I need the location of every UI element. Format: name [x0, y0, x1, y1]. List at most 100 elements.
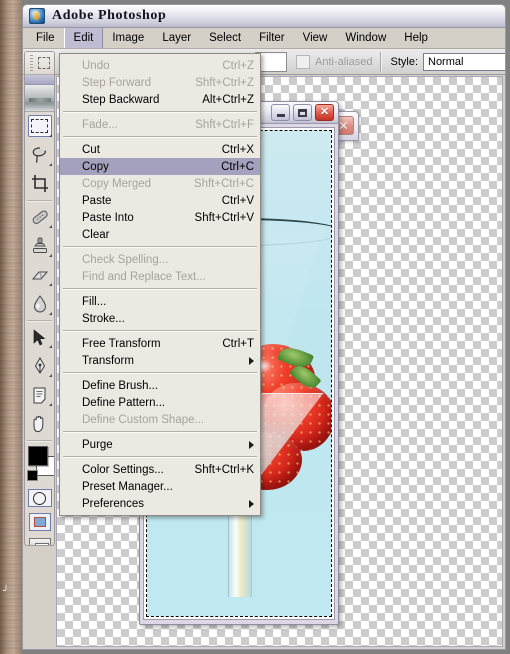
menu-item-transform[interactable]: Transform — [60, 352, 260, 369]
menu-item-step-backward[interactable]: Step Backward Alt+Ctrl+Z — [60, 91, 260, 108]
style-label: Style: — [390, 55, 418, 68]
toolbox-divider — [27, 440, 52, 442]
menu-view[interactable]: View — [294, 28, 337, 48]
tool-group-corner-icon — [49, 283, 52, 286]
menu-item-find-and-replace-text[interactable]: Find and Replace Text... — [60, 268, 260, 285]
menu-item-copy-merged[interactable]: Copy Merged Shft+Ctrl+C — [60, 175, 260, 192]
screen-mode-icon[interactable] — [28, 513, 51, 531]
menu-item-shortcut: Ctrl+Z — [222, 59, 254, 72]
menu-filter[interactable]: Filter — [250, 28, 294, 48]
tool-eraser[interactable] — [25, 261, 54, 290]
tool-crop[interactable] — [25, 170, 54, 199]
menu-select[interactable]: Select — [200, 28, 250, 48]
jump-to-imageready-button[interactable] — [25, 534, 54, 545]
desktop-background: ╯ — [0, 0, 22, 654]
style-select[interactable]: Normal ▼ — [423, 52, 505, 71]
menu-item-fill[interactable]: Fill... — [60, 293, 260, 310]
menu-item-define-custom-shape[interactable]: Define Custom Shape... — [60, 411, 260, 428]
quick-mask-toggle[interactable] — [25, 486, 54, 510]
menu-separator — [63, 136, 257, 138]
menu-item-shortcut: Shft+Ctrl+K — [194, 463, 254, 476]
color-swatches[interactable] — [25, 444, 54, 486]
close-icon[interactable] — [315, 104, 334, 121]
tool-healing-brush[interactable] — [25, 203, 54, 232]
minimize-icon[interactable] — [271, 104, 290, 121]
tool-group-corner-icon — [49, 403, 52, 406]
menu-item-shortcut: Shft+Ctrl+V — [194, 211, 254, 224]
tool-group-corner-icon — [49, 254, 52, 257]
menu-item-check-spelling[interactable]: Check Spelling... — [60, 251, 260, 268]
toolbox-palette — [24, 51, 55, 546]
menu-item-label: Step Forward — [82, 76, 152, 89]
menu-item-label: Paste Into — [82, 211, 134, 224]
menu-separator — [63, 431, 257, 433]
lasso-icon — [28, 144, 52, 166]
tool-hand[interactable] — [25, 410, 54, 439]
toolbox-divider — [27, 320, 52, 322]
menu-file[interactable]: File — [27, 28, 64, 48]
stamp-icon — [28, 235, 52, 257]
application-title: Adobe Photoshop — [52, 8, 167, 23]
menu-item-label: Color Settings... — [82, 463, 164, 476]
menu-item-label: Preferences — [82, 497, 145, 510]
menu-item-step-forward[interactable]: Step Forward Shft+Ctrl+Z — [60, 74, 260, 91]
menu-separator — [63, 246, 257, 248]
pen-nib-icon — [28, 355, 52, 377]
tool-rectangular-marquee[interactable] — [25, 112, 54, 141]
menu-item-free-transform[interactable]: Free Transform Ctrl+T — [60, 335, 260, 352]
menu-item-shortcut: Shft+Ctrl+F — [195, 118, 254, 131]
menu-item-define-pattern[interactable]: Define Pattern... — [60, 394, 260, 411]
menu-item-preferences[interactable]: Preferences — [60, 495, 260, 512]
default-colors-icon[interactable] — [27, 470, 38, 481]
menu-item-label: Define Pattern... — [82, 396, 166, 409]
tool-path-selection[interactable] — [25, 323, 54, 352]
menu-separator — [63, 330, 257, 332]
menu-item-label: Check Spelling... — [82, 253, 169, 266]
tool-clone-stamp[interactable] — [25, 232, 54, 261]
menu-item-copy[interactable]: Copy Ctrl+C — [60, 158, 260, 175]
menu-item-fade[interactable]: Fade... Shft+Ctrl+F — [60, 116, 260, 133]
menu-window[interactable]: Window — [336, 28, 395, 48]
toolbox-divider — [27, 200, 52, 202]
menu-item-undo[interactable]: Undo Ctrl+Z — [60, 57, 260, 74]
menu-edit[interactable]: Edit — [63, 28, 104, 48]
menu-help[interactable]: Help — [395, 28, 437, 48]
anti-aliased-checkbox[interactable]: Anti-aliased — [296, 54, 373, 69]
tool-group-corner-icon — [49, 345, 52, 348]
menu-separator — [63, 372, 257, 374]
marquee-icon — [27, 115, 52, 137]
toolbox-gripper[interactable] — [25, 52, 54, 75]
tool-blur[interactable] — [25, 290, 54, 319]
menu-bar: File Edit Image Layer Select Filter View… — [23, 28, 505, 49]
menu-item-paste-into[interactable]: Paste Into Shft+Ctrl+V — [60, 209, 260, 226]
menu-item-shortcut: Alt+Ctrl+Z — [202, 93, 254, 106]
tool-lasso[interactable] — [25, 141, 54, 170]
photoshop-logo-icon — [29, 8, 45, 24]
menu-layer[interactable]: Layer — [153, 28, 200, 48]
menu-separator — [63, 288, 257, 290]
jump-to-imageready-icon — [28, 538, 51, 545]
menu-item-label: Copy — [82, 160, 109, 173]
tool-pen[interactable] — [25, 352, 54, 381]
menu-item-stroke[interactable]: Stroke... — [60, 310, 260, 327]
menu-image[interactable]: Image — [103, 28, 153, 48]
waterdrop-icon — [28, 293, 52, 315]
menu-item-paste[interactable]: Paste Ctrl+V — [60, 192, 260, 209]
maximize-icon[interactable] — [293, 104, 312, 121]
menu-item-shortcut: Ctrl+T — [222, 337, 254, 350]
menu-item-label: Fade... — [82, 118, 118, 131]
menu-item-shortcut: Ctrl+X — [221, 143, 254, 156]
tool-notes[interactable] — [25, 381, 54, 410]
menu-item-color-settings[interactable]: Color Settings... Shft+Ctrl+K — [60, 461, 260, 478]
menu-item-label: Define Custom Shape... — [82, 413, 205, 426]
menu-item-clear[interactable]: Clear — [60, 226, 260, 243]
menu-item-cut[interactable]: Cut Ctrl+X — [60, 141, 260, 158]
anti-aliased-label: Anti-aliased — [315, 55, 373, 68]
menu-item-purge[interactable]: Purge — [60, 436, 260, 453]
foreground-color-swatch[interactable] — [28, 446, 48, 466]
quick-mask-icon[interactable] — [27, 489, 52, 507]
menu-item-define-brush[interactable]: Define Brush... — [60, 377, 260, 394]
screen-mode-toggle[interactable] — [25, 510, 54, 534]
menu-item-shortcut: Ctrl+V — [221, 194, 254, 207]
menu-item-preset-manager[interactable]: Preset Manager... — [60, 478, 260, 495]
